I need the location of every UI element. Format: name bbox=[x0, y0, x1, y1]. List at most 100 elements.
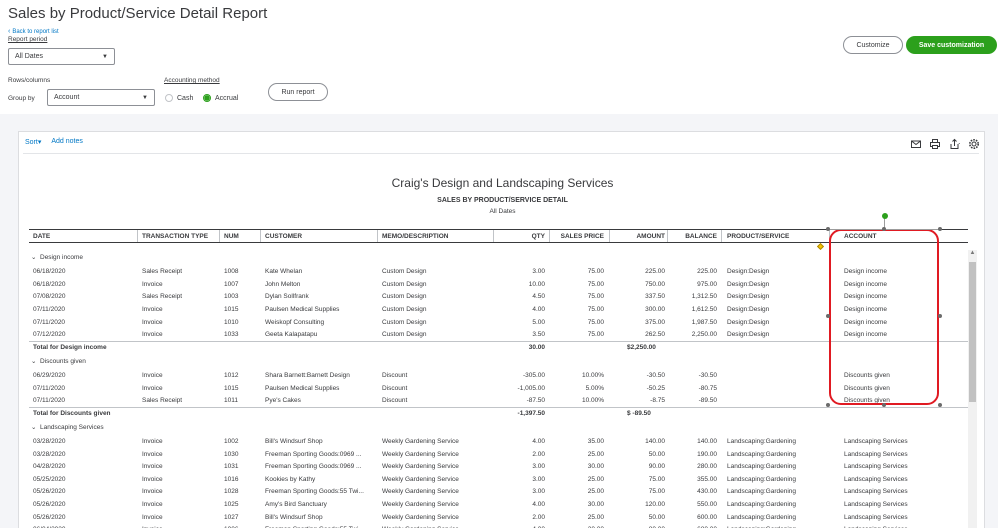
resize-handle[interactable] bbox=[882, 227, 886, 231]
column-divider[interactable] bbox=[377, 230, 378, 242]
sort-button[interactable]: Sort▾ bbox=[25, 138, 41, 146]
table-cell: -8.75 bbox=[650, 397, 665, 405]
table-row[interactable]: 07/11/2020 Invoice 1015 Paulsen Medical Sup… bbox=[29, 382, 968, 395]
cash-radio[interactable]: Cash bbox=[165, 94, 193, 102]
table-row[interactable]: 06/29/2020 Invoice 1012 Shara Barnett:Barne… bbox=[29, 369, 968, 382]
table-cell: 355.00 bbox=[697, 475, 717, 483]
resize-handle[interactable] bbox=[938, 314, 942, 318]
table-row[interactable]: 05/26/2020 Invoice 1028 Freeman Sporting Go… bbox=[29, 485, 968, 498]
back-to-report-list-link[interactable]: ‹ Back to report list bbox=[8, 28, 59, 35]
table-row[interactable]: 05/25/2020 Invoice 1016 Kookies by Kathy Wee… bbox=[29, 473, 968, 486]
table-cell: 1008 bbox=[224, 268, 239, 276]
scroll-up-icon[interactable]: ▲ bbox=[968, 250, 977, 256]
table-cell: 07/11/2020 bbox=[33, 384, 66, 392]
table-row[interactable]: 06/04/2020Invoice1006Freeman Sporting Go… bbox=[29, 523, 968, 528]
table-cell: -87.50 bbox=[526, 397, 545, 405]
run-report-button[interactable]: Run report bbox=[268, 83, 328, 101]
report-period-select[interactable]: All Dates ▼ bbox=[8, 48, 115, 65]
save-customization-button[interactable]: Save customization bbox=[906, 36, 997, 54]
table-cell: 10.00% bbox=[581, 371, 604, 379]
table-row[interactable]: 04/28/2020 Invoice 1031 Freeman Sporting Go… bbox=[29, 460, 968, 473]
column-header-memo[interactable]: MEMO/DESCRIPTION bbox=[382, 233, 448, 240]
customize-button[interactable]: Customize bbox=[843, 36, 903, 54]
group-header-row[interactable]: ⌄ Design income bbox=[29, 251, 968, 264]
table-cell: 2,250.00 bbox=[691, 331, 717, 339]
account-column-highlight bbox=[829, 229, 939, 405]
group-header-row[interactable]: ⌄ Landscaping Services bbox=[29, 421, 968, 434]
table-cell: Custom Design bbox=[382, 318, 427, 326]
back-link-label: Back to report list bbox=[12, 29, 59, 35]
table-cell: Invoice bbox=[142, 500, 163, 508]
table-cell: 35.00 bbox=[587, 437, 604, 445]
column-header-qty[interactable]: QTY bbox=[495, 233, 545, 240]
column-divider[interactable] bbox=[137, 230, 138, 242]
column-header-balance[interactable]: BALANCE bbox=[669, 233, 717, 240]
add-notes-button[interactable]: Add notes bbox=[51, 138, 83, 146]
table-cell: 3.00 bbox=[532, 475, 545, 483]
resize-handle[interactable] bbox=[826, 403, 830, 407]
resize-handle[interactable] bbox=[938, 403, 942, 407]
table-cell: 10.00% bbox=[581, 397, 604, 405]
table-cell: Landscaping Services bbox=[844, 475, 908, 483]
column-header-sales-price[interactable]: SALES PRICE bbox=[551, 233, 604, 240]
report-header: Sales by Product/Service Detail Report ‹… bbox=[0, 0, 998, 114]
collapse-chevron-icon[interactable]: ⌄ bbox=[31, 423, 36, 431]
table-cell: 25.00 bbox=[587, 513, 604, 521]
column-divider[interactable] bbox=[260, 230, 261, 242]
table-cell: 4.50 bbox=[532, 293, 545, 301]
table-cell: 1,312.50 bbox=[691, 293, 717, 301]
table-cell: 300.00 bbox=[645, 305, 665, 313]
table-cell: 3.00 bbox=[532, 463, 545, 471]
table-cell: 4.00 bbox=[532, 500, 545, 508]
scrollbar-thumb[interactable] bbox=[969, 262, 976, 402]
table-cell: 140.00 bbox=[645, 437, 665, 445]
print-icon[interactable] bbox=[929, 138, 941, 150]
table-cell: -305.00 bbox=[522, 371, 545, 379]
table-cell: Invoice bbox=[142, 331, 163, 339]
column-header-customer[interactable]: CUSTOMER bbox=[265, 233, 302, 240]
group-header-row[interactable]: ⌄ Discounts given bbox=[29, 355, 968, 368]
resize-handle[interactable] bbox=[938, 227, 942, 231]
column-divider[interactable] bbox=[721, 230, 722, 242]
resize-handle[interactable] bbox=[826, 227, 830, 231]
column-divider[interactable] bbox=[493, 230, 494, 242]
column-header-num[interactable]: NUM bbox=[224, 233, 239, 240]
resize-handle[interactable] bbox=[882, 403, 886, 407]
table-cell: 1002 bbox=[224, 437, 239, 445]
table-cell: 1007 bbox=[224, 280, 239, 288]
export-icon[interactable] bbox=[949, 138, 961, 150]
table-cell: 75.00 bbox=[587, 268, 604, 276]
table-row[interactable]: 07/12/2020 Invoice 1033 Geeta Kalapatapu Cus… bbox=[29, 328, 968, 341]
column-divider[interactable] bbox=[609, 230, 610, 242]
collapse-chevron-icon[interactable]: ⌄ bbox=[31, 357, 36, 365]
table-row[interactable]: 06/18/2020 Sales Receipt 1008 Kate Whelan Cu… bbox=[29, 265, 968, 278]
settings-icon[interactable] bbox=[968, 138, 980, 150]
column-divider[interactable] bbox=[219, 230, 220, 242]
table-cell: 05/26/2020 bbox=[33, 500, 66, 508]
collapse-chevron-icon[interactable]: ⌄ bbox=[31, 253, 36, 261]
table-row[interactable]: 03/28/2020 Invoice 1030 Freeman Sporting Go… bbox=[29, 448, 968, 461]
resize-handle[interactable] bbox=[826, 314, 830, 318]
email-icon[interactable] bbox=[910, 138, 922, 150]
column-divider[interactable] bbox=[549, 230, 550, 242]
rotate-handle[interactable] bbox=[882, 213, 888, 219]
column-header-transaction-type[interactable]: TRANSACTION TYPE bbox=[142, 233, 208, 240]
table-cell: Landscaping Services bbox=[844, 513, 908, 521]
table-cell: 75.00 bbox=[648, 475, 665, 483]
column-header-amount[interactable]: AMOUNT bbox=[614, 233, 665, 240]
column-header-date[interactable]: DATE bbox=[33, 233, 50, 240]
column-header-product-service[interactable]: PRODUCT/SERVICE bbox=[727, 233, 789, 240]
sort-label: Sort bbox=[25, 139, 38, 146]
table-row[interactable]: 06/18/2020 Invoice 1007 John Melton Custom D… bbox=[29, 278, 968, 291]
accrual-radio[interactable]: Accrual bbox=[203, 94, 238, 102]
table-row[interactable]: 07/08/2020 Sales Receipt 1003 Dylan Sollfra… bbox=[29, 290, 968, 303]
table-cell: 1028 bbox=[224, 488, 239, 496]
table-cell: 05/26/2020 bbox=[33, 488, 66, 496]
table-row[interactable]: 05/26/2020 Invoice 1025 Amy's Bird Sanctuar… bbox=[29, 498, 968, 511]
column-divider[interactable] bbox=[667, 230, 668, 242]
table-cell: Custom Design bbox=[382, 268, 427, 276]
vertical-scrollbar[interactable]: ▲ bbox=[968, 250, 977, 528]
table-row[interactable]: 05/26/2020 Invoice 1027 Bill's Windsurf Sho… bbox=[29, 511, 968, 524]
table-row[interactable]: 03/28/2020 Invoice 1002 Bill's Windsurf Sho… bbox=[29, 435, 968, 448]
group-by-select[interactable]: Account ▼ bbox=[47, 89, 155, 106]
